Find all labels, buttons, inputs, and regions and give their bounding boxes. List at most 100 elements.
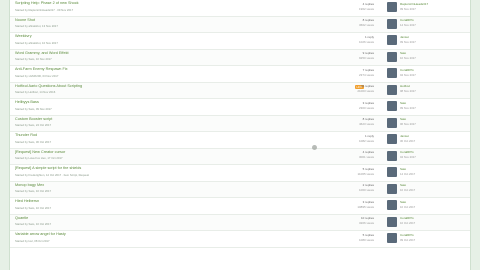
last-post: RaptorsOnHeads317 09 Nov 2017 bbox=[400, 2, 428, 12]
avatar[interactable] bbox=[387, 18, 397, 29]
table-row[interactable]: Hellbyys Bass Started by Sato, 09 Nov 20… bbox=[10, 99, 470, 116]
avatar[interactable] bbox=[387, 134, 397, 144]
thread-starter-meta: Started by Hotfixul, 14 Nov 2016 bbox=[15, 90, 56, 94]
thread-starter-meta: Started by lvel, 08 Oct 2017 bbox=[15, 238, 50, 243]
table-row[interactable]: Quantle Started by Sato, 10 Oct 2017 10 … bbox=[10, 214, 470, 231]
view-count: 2300 views bbox=[358, 105, 374, 110]
thread-title-link[interactable]: Noone Shot bbox=[15, 18, 35, 22]
avatar[interactable] bbox=[387, 216, 397, 227]
thread-title-link[interactable]: Anti-Farm Enemy Respawn Fix bbox=[15, 67, 68, 71]
mouse-cursor-icon bbox=[312, 145, 317, 150]
left-rail bbox=[0, 0, 10, 270]
view-count: 21003 views bbox=[357, 89, 374, 93]
table-row[interactable]: Word Grammy, and Word Effekt Started by … bbox=[10, 49, 470, 66]
last-post: CoralRPG 09 Oct 2017 bbox=[400, 233, 415, 243]
avatar[interactable] bbox=[387, 117, 397, 128]
avatar[interactable] bbox=[387, 200, 397, 210]
last-post: Sato 10 Oct 2017 bbox=[400, 183, 415, 193]
last-post-date: 04 Nov 2017 bbox=[400, 155, 416, 159]
view-count: 3662 views bbox=[358, 23, 374, 27]
table-row[interactable]: Weekkvry Started by afinalshot, 10 Nov 2… bbox=[10, 33, 470, 50]
last-post-date: 09 Oct 2017 bbox=[400, 237, 416, 242]
thread-title-link[interactable]: Hellbyys Bass bbox=[15, 100, 39, 104]
thread-starter-meta: Started by Sato, 10 Oct 2017 bbox=[15, 222, 52, 226]
thread-stats: 8 replies 4623 views bbox=[334, 117, 374, 127]
table-row[interactable]: Hotfixul Aario Questions About Scripting… bbox=[10, 82, 470, 99]
table-row[interactable]: Scripting Help: Phase 2 of new Shock Sta… bbox=[10, 0, 470, 17]
thread-starter-meta: Started by Frederighton, 12 Oct 2017 · I… bbox=[15, 172, 89, 177]
last-post-date: 14 Nov 2017 bbox=[400, 23, 416, 27]
last-poster-link[interactable]: CoralRPG bbox=[400, 233, 415, 238]
last-post-date: 10 Oct 2017 bbox=[400, 188, 416, 192]
last-post-date: 09 Nov 2017 bbox=[400, 6, 416, 11]
last-post: CoralRPG 10 Oct 2017 bbox=[400, 216, 415, 226]
thread-stats: 36 replies 21003 views bbox=[334, 84, 374, 94]
table-row[interactable]: Hied Helbersn Started by Sato, 10 Oct 20… bbox=[10, 198, 470, 215]
table-row[interactable]: Variable arrow angel for Hasty Started b… bbox=[10, 231, 470, 248]
last-post: CoralRPG 04 Nov 2017 bbox=[400, 68, 416, 78]
thread-stats: 10 replies 3206 views bbox=[334, 216, 374, 226]
table-row[interactable]: Custom Booster script Started by Sato, 2… bbox=[10, 115, 470, 132]
avatar[interactable] bbox=[387, 150, 397, 161]
avatar[interactable] bbox=[387, 167, 397, 177]
thread-stats: 5 replies 11065 views bbox=[334, 167, 374, 177]
last-post: Hotfixul 08 Nov 2017 bbox=[400, 84, 416, 94]
thread-title-link[interactable]: Variable arrow angel for Hasty bbox=[15, 232, 66, 236]
thread-title-link[interactable]: Scripting Help: Phase 2 of new Shock bbox=[15, 1, 79, 5]
last-post-date: 14 Oct 2017 bbox=[400, 171, 416, 176]
forum-page: Scripting Help: Phase 2 of new Shock Sta… bbox=[0, 0, 480, 270]
table-row[interactable]: Anti-Farm Enemy Respawn Fix Started by x… bbox=[10, 66, 470, 83]
thread-title-link[interactable]: Quantle bbox=[15, 216, 28, 220]
thread-title-link[interactable]: Hotfixul Aario Questions About Scripting bbox=[15, 84, 82, 88]
table-row[interactable]: [Request] A simple script for the shield… bbox=[10, 165, 470, 182]
last-post-date: 04 Nov 2017 bbox=[400, 72, 416, 77]
thread-title-link[interactable]: Custom Booster script bbox=[15, 117, 52, 121]
avatar[interactable] bbox=[387, 51, 397, 62]
view-count: 4623 views bbox=[358, 122, 374, 126]
thread-stats: 3 replies 2300 views bbox=[334, 101, 374, 111]
avatar[interactable] bbox=[387, 68, 397, 78]
thread-title-link[interactable]: [Request] A simple script for the shield… bbox=[15, 166, 81, 170]
last-poster-link[interactable]: RaptorsOnHeads317 bbox=[400, 2, 428, 7]
view-count: 2374 views bbox=[358, 72, 374, 77]
table-row[interactable]: Monop bagy Mex Started by Sato, 10 Oct 2… bbox=[10, 181, 470, 198]
view-count: 1082 views bbox=[358, 138, 374, 143]
thread-starter-meta: Started by Sato, 10 Oct 2017 bbox=[15, 205, 52, 210]
thread-stats: 2 replies 1060 views bbox=[334, 183, 374, 193]
last-post-date: 09 Nov 2017 bbox=[400, 105, 416, 110]
table-row[interactable]: Noone Shot Started by afinalshot, 13 Nov… bbox=[10, 16, 470, 33]
view-count: 1060 views bbox=[358, 188, 374, 192]
thread-title-link[interactable]: Thunder Rod bbox=[15, 133, 37, 137]
thread-title-link[interactable]: Weekkvry bbox=[15, 34, 32, 38]
last-post-date: 10 Nov 2017 bbox=[400, 56, 416, 60]
thread-title-link[interactable]: Word Grammy, and Word Effekt bbox=[15, 51, 69, 55]
thread-title-link[interactable]: [Request] New Creator cursor bbox=[15, 150, 65, 154]
last-post: CoralRPG 04 Nov 2017 bbox=[400, 150, 416, 160]
thread-starter-meta: Started by afinalshot, 10 Nov 2017 bbox=[15, 40, 58, 45]
last-post: CoralRPG 14 Nov 2017 bbox=[400, 18, 416, 28]
thread-title-link[interactable]: Monop bagy Mex bbox=[15, 183, 44, 187]
last-post-date: 06 Nov 2017 bbox=[400, 122, 416, 126]
thread-title-link[interactable]: Hied Helbersn bbox=[15, 199, 39, 203]
table-row[interactable]: Thunder Rod Started by Sato, 30 Oct 2017… bbox=[10, 132, 470, 149]
last-post: Sato 10 Oct 2017 bbox=[400, 200, 415, 210]
view-count: 3001 views bbox=[358, 155, 374, 159]
view-count: 10895 views bbox=[357, 204, 374, 209]
view-count: 11065 views bbox=[357, 171, 374, 176]
avatar[interactable] bbox=[387, 35, 397, 45]
thread-stats: 1 reply 1082 views bbox=[334, 134, 374, 144]
thread-starter-meta: Started by Sato, 24 Oct 2017 bbox=[15, 123, 52, 127]
avatar[interactable] bbox=[387, 183, 397, 194]
avatar[interactable] bbox=[387, 84, 397, 95]
avatar[interactable] bbox=[387, 2, 397, 12]
last-poster-link[interactable]: CoralRPG bbox=[400, 68, 416, 73]
avatar[interactable] bbox=[387, 233, 397, 243]
table-row[interactable]: [Request] New Creator cursor Started by … bbox=[10, 148, 470, 165]
thread-starter-meta: Started by Sato, 10 Nov 2017 bbox=[15, 57, 52, 61]
avatar[interactable] bbox=[387, 101, 397, 111]
view-count: 1026 views bbox=[358, 39, 374, 44]
thread-stats: 4 replies 1962 views bbox=[334, 2, 374, 12]
last-post-date: 10 Oct 2017 bbox=[400, 221, 416, 225]
view-count: 1080 views bbox=[358, 237, 374, 242]
thread-starter-meta: Started by Lava Fox Hex, 17 Oct 2017 bbox=[15, 156, 63, 160]
